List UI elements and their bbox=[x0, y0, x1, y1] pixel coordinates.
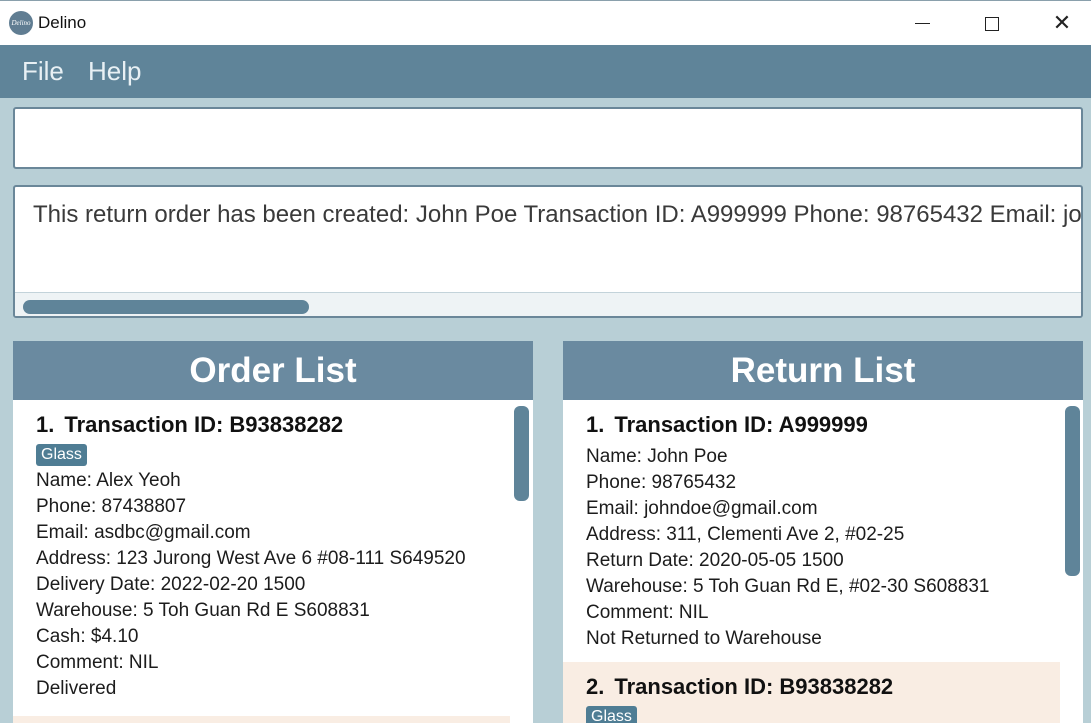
result-scrollbar-thumb[interactable] bbox=[23, 300, 309, 314]
return-card-address: Address: 311, Clementi Ave 2, #02-25 bbox=[586, 524, 905, 545]
order-card-name: Name: Alex Yeoh bbox=[36, 470, 181, 491]
maximize-button[interactable] bbox=[957, 1, 1027, 46]
menu-file[interactable]: File bbox=[22, 56, 64, 87]
return-card-title: 2. Transaction ID: B93838282 bbox=[586, 674, 1060, 700]
order-card-warehouse: Warehouse: 5 Toh Guan Rd E S608831 bbox=[36, 600, 370, 621]
return-card-transaction: Transaction ID: B93838282 bbox=[614, 674, 894, 699]
app-logo-text: Delino bbox=[11, 19, 31, 27]
app-logo-icon: Delino bbox=[9, 11, 33, 35]
minimize-button[interactable] bbox=[887, 1, 957, 46]
order-card-cash: Cash: $4.10 bbox=[36, 626, 139, 647]
order-card-comment: Comment: NIL bbox=[36, 652, 159, 673]
return-card-email: Email: johndoe@gmail.com bbox=[586, 498, 818, 519]
order-card-address: Address: 123 Jurong West Ave 6 #08-111 S… bbox=[36, 548, 466, 569]
close-button[interactable]: ✕ bbox=[1027, 1, 1091, 46]
return-card-comment: Comment: NIL bbox=[586, 602, 709, 623]
result-display[interactable]: This return order has been created: John… bbox=[13, 185, 1083, 318]
return-card[interactable]: 1. Transaction ID: A999999 Name: John Poe… bbox=[563, 400, 1060, 662]
order-card-transaction: Transaction ID: B93838282 bbox=[64, 412, 344, 437]
return-card[interactable]: 2. Transaction ID: B93838282 Glass bbox=[563, 662, 1060, 723]
maximize-icon bbox=[985, 16, 999, 31]
order-card[interactable]: 1. Transaction ID: B93838282 Glass Name: … bbox=[13, 400, 510, 716]
command-input[interactable] bbox=[13, 107, 1083, 169]
order-card-delivery-date: Delivery Date: 2022-02-20 1500 bbox=[36, 574, 306, 595]
return-card-phone: Phone: 98765432 bbox=[586, 472, 737, 493]
result-message: This return order has been created: John… bbox=[33, 201, 1082, 228]
return-card-index: 1. bbox=[586, 412, 605, 437]
return-card-title: 1. Transaction ID: A999999 bbox=[586, 412, 1060, 438]
order-card-index: 1. bbox=[36, 412, 55, 437]
title-bar: Delino Delino ✕ bbox=[0, 0, 1091, 45]
order-list-scrollbar[interactable] bbox=[514, 406, 529, 501]
order-card-next[interactable] bbox=[13, 716, 510, 723]
return-card-warehouse: Warehouse: 5 Toh Guan Rd E, #02-30 S6088… bbox=[586, 576, 990, 597]
return-card-tag: Glass bbox=[586, 706, 637, 723]
return-card-transaction: Transaction ID: A999999 bbox=[614, 412, 868, 437]
order-card-status: Delivered bbox=[36, 678, 117, 699]
order-card-phone: Phone: 87438807 bbox=[36, 496, 187, 517]
order-list-panel: Order List 1. Transaction ID: B93838282 G… bbox=[13, 341, 533, 723]
return-card-index: 2. bbox=[586, 674, 605, 699]
order-card-title: 1. Transaction ID: B93838282 bbox=[36, 412, 510, 438]
close-icon: ✕ bbox=[1052, 11, 1072, 36]
return-card-return-date: Return Date: 2020-05-05 1500 bbox=[586, 550, 844, 571]
order-card-email: Email: asdbc@gmail.com bbox=[36, 522, 251, 543]
order-list-title: Order List bbox=[13, 341, 533, 400]
minimize-icon bbox=[914, 22, 930, 25]
return-card-name: Name: John Poe bbox=[586, 446, 728, 467]
order-card-tag: Glass bbox=[36, 444, 87, 466]
return-list-panel: Return List 1. Transaction ID: A999999 Na… bbox=[563, 341, 1083, 723]
return-list-scrollbar[interactable] bbox=[1065, 406, 1080, 576]
result-horizontal-scrollbar[interactable] bbox=[15, 292, 1081, 316]
return-card-status: Not Returned to Warehouse bbox=[586, 628, 822, 649]
window-title: Delino bbox=[38, 13, 87, 32]
menu-help[interactable]: Help bbox=[88, 56, 141, 87]
menu-bar: File Help bbox=[0, 45, 1091, 98]
return-list-title: Return List bbox=[563, 341, 1083, 400]
